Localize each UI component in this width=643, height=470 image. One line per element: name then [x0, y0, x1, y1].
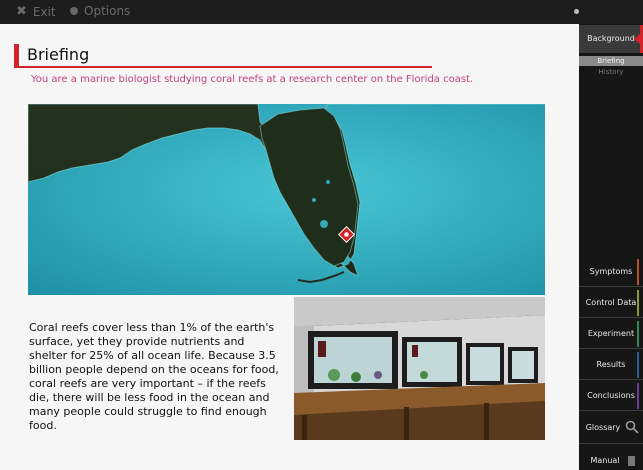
sidebar-item-glossary[interactable]: Glossary	[579, 423, 627, 432]
close-icon: ✖	[16, 4, 27, 19]
briefing-body: Coral reefs cover less than 1% of the ea…	[29, 321, 279, 432]
divider	[579, 286, 643, 287]
sidebar-nav: Background Briefing History Symptoms Con…	[579, 24, 643, 470]
sidebar-subitem-briefing[interactable]: Briefing	[579, 56, 643, 66]
florida-map	[28, 104, 545, 295]
divider	[579, 348, 643, 349]
sidebar-item-background[interactable]: Background	[579, 25, 643, 53]
divider	[579, 410, 643, 411]
divider	[579, 443, 643, 444]
sidebar-item-label: Background	[587, 34, 635, 43]
sidebar-item-control-data[interactable]: Control Data	[579, 298, 643, 307]
lab-aquarium-image	[294, 297, 545, 440]
title-accent-bar	[14, 44, 19, 66]
manual-icon	[628, 456, 635, 466]
exit-label: Exit	[32, 4, 56, 19]
status-indicator	[574, 9, 579, 14]
sidebar-subitem-history[interactable]: History	[579, 68, 643, 76]
page-title: Briefing	[27, 45, 90, 64]
sidebar-item-experiment[interactable]: Experiment	[579, 329, 643, 338]
divider	[579, 317, 643, 318]
divider	[579, 379, 643, 380]
exit-button[interactable]: ✖ Exit	[16, 4, 56, 19]
options-icon	[70, 7, 78, 15]
title-divider	[14, 66, 432, 68]
sidebar-item-conclusions[interactable]: Conclusions	[579, 391, 643, 400]
sidebar-item-manual[interactable]: Manual	[579, 456, 631, 465]
options-button[interactable]: Options	[70, 4, 130, 18]
sidebar-item-symptoms[interactable]: Symptoms	[579, 267, 643, 276]
briefing-panel: Briefing You are a marine biologist stud…	[0, 24, 579, 470]
search-icon[interactable]	[625, 420, 639, 434]
options-label: Options	[84, 4, 131, 18]
top-bar: ✖ Exit Options	[0, 0, 643, 24]
briefing-subtitle: You are a marine biologist studying cora…	[31, 74, 474, 85]
sidebar-item-results[interactable]: Results	[579, 360, 643, 369]
